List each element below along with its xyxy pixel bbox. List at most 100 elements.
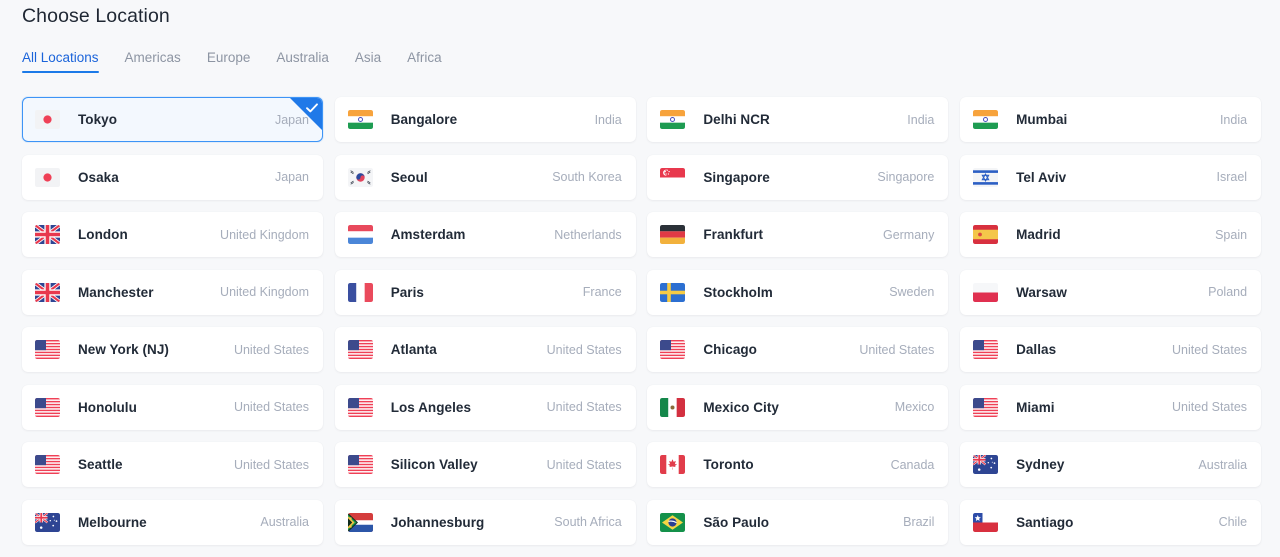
location-card[interactable]: Manchester United Kingdom xyxy=(22,269,323,315)
tab-all-locations[interactable]: All Locations xyxy=(22,50,112,73)
flag-singapore-icon xyxy=(660,167,686,187)
flag-united-states-icon xyxy=(347,397,373,417)
location-city-name: Tokyo xyxy=(78,112,118,127)
flag-south-korea-icon xyxy=(347,167,373,187)
location-city-name: Stockholm xyxy=(703,284,773,300)
location-card[interactable]: Johannesburg South Africa xyxy=(334,499,636,545)
flag-chile-icon xyxy=(973,512,999,532)
location-card[interactable]: Toronto Canada xyxy=(647,442,949,487)
location-country-name: India xyxy=(1219,112,1248,127)
location-card[interactable]: Delhi NCR India xyxy=(647,97,949,142)
tab-americas[interactable]: Americas xyxy=(112,50,194,73)
location-city-name: Sydney xyxy=(1016,457,1065,472)
location-city-name: Amsterdam xyxy=(390,227,466,242)
flag-sweden-icon xyxy=(660,282,686,302)
location-country-name: India xyxy=(907,112,935,127)
location-country-name: United States xyxy=(546,342,622,357)
location-card[interactable]: London United Kingdom xyxy=(22,212,323,257)
location-card[interactable]: Mumbai India xyxy=(960,97,1262,142)
flag-united-states-icon xyxy=(973,397,999,417)
location-card[interactable]: Madrid Spain xyxy=(960,212,1262,257)
location-card[interactable]: São Paulo Brazil xyxy=(647,499,949,545)
location-card[interactable]: Honolulu United States xyxy=(22,384,323,430)
location-card[interactable]: Osaka Japan xyxy=(22,154,323,200)
tab-australia[interactable]: Australia xyxy=(263,50,342,73)
location-city-name: Bangalore xyxy=(390,112,458,127)
location-country-name: Singapore xyxy=(877,170,935,184)
location-city-name: Mexico City xyxy=(703,399,779,415)
tab-europe[interactable]: Europe xyxy=(194,50,264,73)
flag-united-states-icon xyxy=(35,397,60,417)
location-city-name: Atlanta xyxy=(390,342,437,357)
flag-japan-icon xyxy=(35,110,60,129)
location-card[interactable]: Melbourne Australia xyxy=(22,499,323,545)
location-city-name: Silicon Valley xyxy=(390,457,478,472)
location-card[interactable]: Sydney Australia xyxy=(960,442,1262,487)
location-card[interactable]: Paris France xyxy=(334,269,636,315)
location-card[interactable]: Warsaw Poland xyxy=(960,269,1262,315)
flag-germany-icon xyxy=(660,225,686,244)
location-card[interactable]: Tokyo Japan xyxy=(22,97,323,142)
location-country-name: Australia xyxy=(260,515,309,529)
location-country-name: United States xyxy=(546,457,622,472)
location-card[interactable]: Amsterdam Netherlands xyxy=(334,212,636,257)
flag-mexico-icon xyxy=(660,397,686,417)
location-card[interactable]: Stockholm Sweden xyxy=(647,269,949,315)
location-city-name: Tel Aviv xyxy=(1016,169,1067,185)
flag-israel-icon xyxy=(973,167,999,187)
location-card[interactable]: Chicago United States xyxy=(647,327,949,372)
location-card[interactable]: Dallas United States xyxy=(960,327,1262,372)
location-city-name: Johannesburg xyxy=(390,514,485,530)
location-card[interactable]: Mexico City Mexico xyxy=(647,384,949,430)
location-card[interactable]: New York (NJ) United States xyxy=(22,327,323,372)
location-city-name: Chicago xyxy=(703,342,757,357)
location-country-name: Chile xyxy=(1218,515,1248,529)
location-country-name: Sweden xyxy=(889,285,935,299)
location-country-name: United States xyxy=(859,342,935,357)
flag-france-icon xyxy=(347,282,373,302)
location-country-name: Australia xyxy=(1198,457,1248,472)
location-card[interactable]: Silicon Valley United States xyxy=(334,442,636,487)
location-city-name: Seoul xyxy=(390,169,428,185)
location-country-name: Japan xyxy=(274,170,309,184)
location-city-name: Paris xyxy=(390,284,424,300)
location-city-name: Frankfurt xyxy=(703,227,764,242)
location-card[interactable]: Miami United States xyxy=(960,384,1262,430)
location-city-name: Seattle xyxy=(78,457,123,472)
location-country-name: Germany xyxy=(882,227,935,242)
location-city-name: Osaka xyxy=(78,169,119,185)
location-city-name: Warsaw xyxy=(1016,284,1067,300)
flag-india-icon xyxy=(347,110,373,129)
location-card[interactable]: Singapore Singapore xyxy=(647,154,949,200)
location-country-name: South Korea xyxy=(552,170,622,184)
location-card[interactable]: Tel Aviv Israel xyxy=(960,154,1262,200)
location-country-name: Spain xyxy=(1215,227,1248,242)
location-city-name: New York (NJ) xyxy=(78,342,169,357)
page-title: Choose Location xyxy=(22,5,170,27)
location-card[interactable]: Seoul South Korea xyxy=(334,154,636,200)
location-country-name: United Kingdom xyxy=(220,227,309,242)
location-city-name: Honolulu xyxy=(78,399,137,415)
flag-india-icon xyxy=(973,110,999,129)
location-country-name: Israel xyxy=(1216,170,1248,184)
location-country-name: South Africa xyxy=(554,515,622,529)
flag-united-states-icon xyxy=(347,455,373,474)
location-country-name: Netherlands xyxy=(554,227,622,242)
tab-asia[interactable]: Asia xyxy=(342,50,394,73)
location-card[interactable]: Bangalore India xyxy=(334,97,636,142)
location-card[interactable]: Los Angeles United States xyxy=(334,384,636,430)
flag-india-icon xyxy=(660,110,686,129)
flag-united-states-icon xyxy=(35,340,60,359)
location-card[interactable]: Seattle United States xyxy=(22,442,323,487)
location-card[interactable]: Santiago Chile xyxy=(960,499,1262,545)
location-country-name: Canada xyxy=(890,457,935,472)
location-country-name: United States xyxy=(233,400,309,414)
tab-africa[interactable]: Africa xyxy=(394,50,455,73)
location-country-name: United States xyxy=(1172,342,1248,357)
flag-poland-icon xyxy=(973,282,999,302)
location-card[interactable]: Frankfurt Germany xyxy=(647,212,949,257)
location-country-name: United Kingdom xyxy=(220,285,309,299)
location-country-name: Brazil xyxy=(903,515,935,529)
location-card[interactable]: Atlanta United States xyxy=(334,327,636,372)
location-city-name: Mumbai xyxy=(1016,112,1068,127)
